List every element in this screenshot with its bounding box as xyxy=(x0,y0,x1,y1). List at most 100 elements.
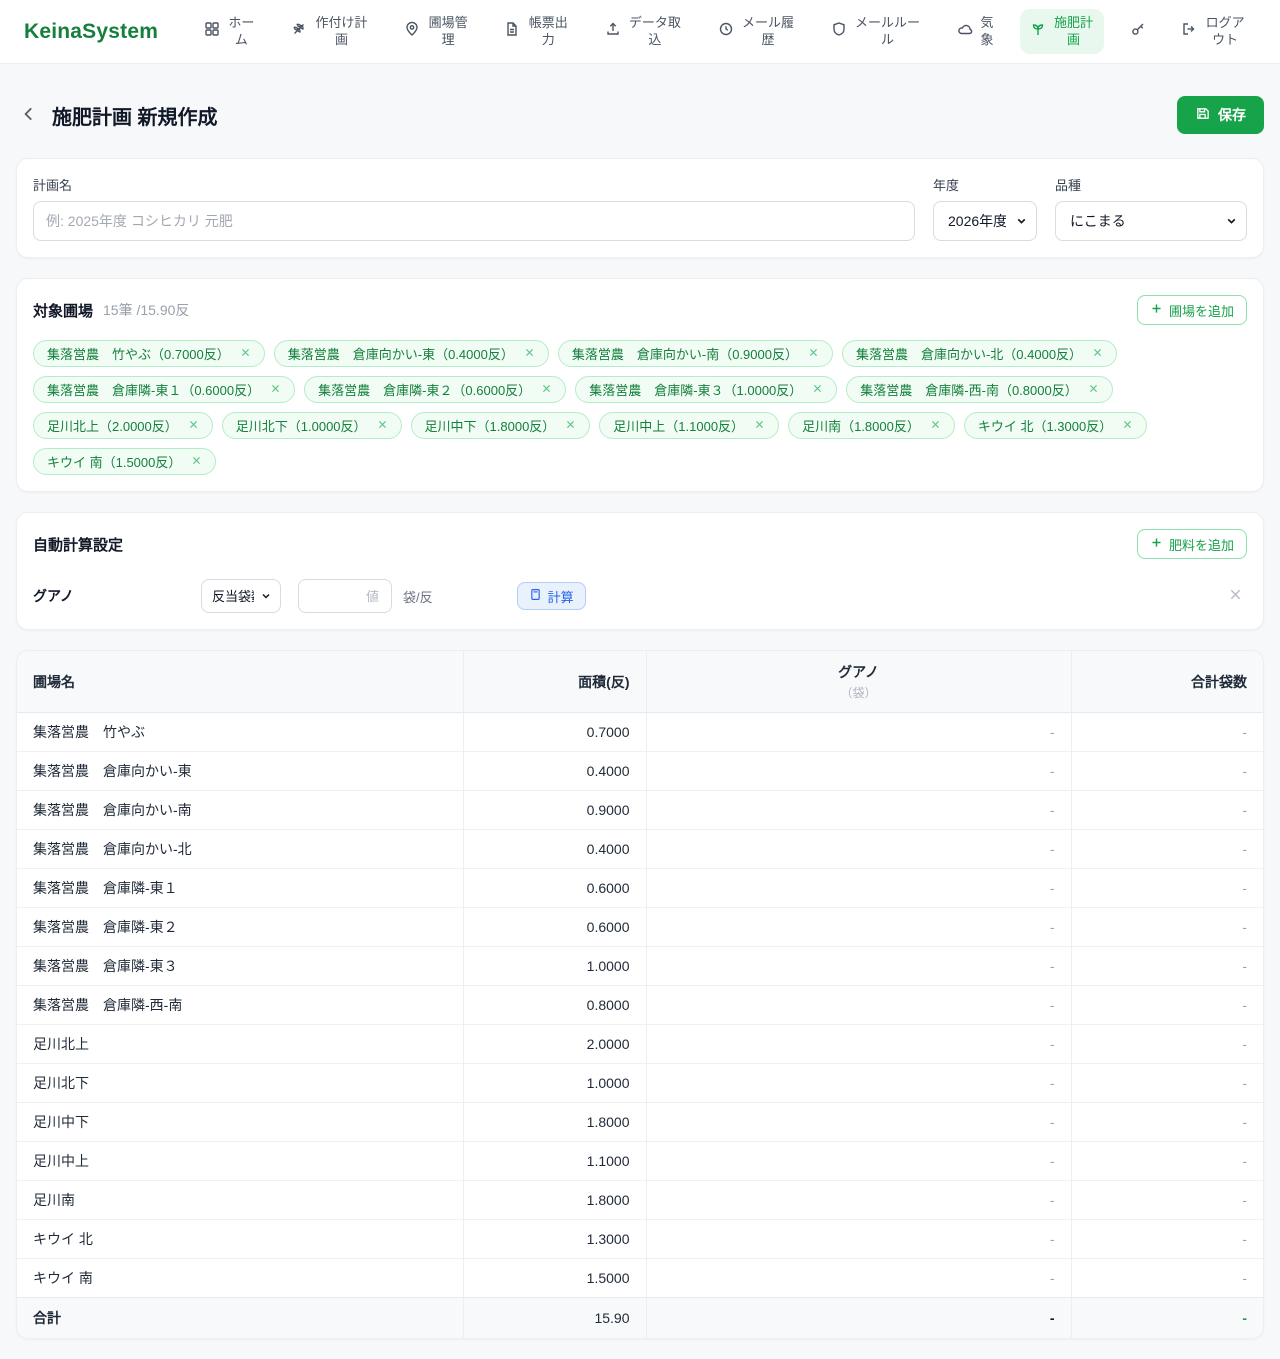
field-chip-label: 足川中下（1.8000反） xyxy=(424,419,556,434)
calculate-button[interactable]: 計算 xyxy=(516,582,586,610)
field-chip: 足川南（1.8000反） xyxy=(788,412,955,439)
save-button[interactable]: 保存 xyxy=(1177,96,1264,134)
nav-item-key[interactable] xyxy=(1120,15,1156,48)
row-area: 0.6000 xyxy=(463,868,647,908)
nav-item-mail-history[interactable]: メール履歴 xyxy=(708,9,806,55)
target-fields-card: 対象圃場 15筆 /15.90反 圃場を追加 集落営農 竹やぶ（0.7000反）… xyxy=(16,278,1264,492)
field-chip: 集落営農 倉庫向かい-東（0.4000反） xyxy=(273,340,549,367)
back-button[interactable] xyxy=(16,101,42,130)
header-guano: グアノ （袋） xyxy=(646,651,1072,713)
close-icon xyxy=(1092,346,1103,361)
row-total-bags: - xyxy=(1071,1063,1263,1103)
nav-item-field-management[interactable]: 圃場管理 xyxy=(394,9,479,55)
field-chip-label: 足川北下（1.0000反） xyxy=(235,419,367,434)
variety-label: 品種 xyxy=(1055,178,1082,193)
row-area: 1.0000 xyxy=(463,946,647,986)
row-field-name: 集落営農 倉庫隣-東３ xyxy=(17,946,464,986)
plan-form-card: 計画名 年度 2026年度 品種 にこまる xyxy=(16,158,1264,258)
close-icon xyxy=(377,418,388,433)
nav-item-weather[interactable]: 気象 xyxy=(947,9,1004,55)
field-chip-label: 足川北上（2.0000反） xyxy=(47,419,178,434)
field-chip-label: 足川南（1.8000反） xyxy=(802,419,920,434)
chip-remove-button[interactable] xyxy=(808,346,819,361)
row-total-bags: - xyxy=(1071,1180,1263,1220)
chip-remove-button[interactable] xyxy=(565,418,576,433)
total-bags: - xyxy=(1071,1297,1263,1338)
nav-item-cropping-plan[interactable]: 作付け計画 xyxy=(281,9,379,55)
chip-remove-button[interactable] xyxy=(1088,382,1099,397)
calculate-button-label: 計算 xyxy=(547,589,574,605)
row-guano: - xyxy=(646,1258,1072,1298)
cloud-icon xyxy=(957,21,973,42)
chip-remove-button[interactable] xyxy=(1122,418,1133,433)
row-field-name: 集落営農 倉庫隣-東１ xyxy=(17,868,464,908)
nav-item-report-output[interactable]: 帳票出力 xyxy=(494,9,579,55)
chip-remove-button[interactable] xyxy=(541,382,552,397)
plus-icon xyxy=(1150,536,1163,552)
calculator-icon xyxy=(529,588,542,604)
close-icon xyxy=(541,382,552,397)
row-field-name: 集落営農 竹やぶ xyxy=(17,712,464,752)
row-total-bags: - xyxy=(1071,946,1263,986)
year-select[interactable]: 2026年度 xyxy=(933,201,1037,241)
close-icon xyxy=(1122,418,1133,433)
logout-icon xyxy=(1181,21,1197,42)
field-chip: キウイ 北（1.3000反） xyxy=(963,412,1148,439)
chip-remove-button[interactable] xyxy=(1092,346,1103,361)
nav-item-mail-rules[interactable]: メールルール xyxy=(821,9,932,55)
sprout-icon xyxy=(1030,21,1046,42)
row-guano: - xyxy=(646,985,1072,1025)
field-chip-label: 集落営農 倉庫向かい-南（0.9000反） xyxy=(571,347,798,362)
nav-item-home[interactable]: ホーム xyxy=(194,9,266,55)
row-area: 0.6000 xyxy=(463,907,647,947)
target-fields-title: 対象圃場 xyxy=(33,302,94,320)
plan-name-input[interactable] xyxy=(33,201,915,241)
table-row: 足川北上 2.0000- - xyxy=(17,1024,1263,1064)
calc-mode-select[interactable]: 反当袋数 xyxy=(201,579,281,613)
row-area: 1.5000 xyxy=(463,1258,647,1298)
field-chip-label: 集落営農 倉庫隣-西-南（0.8000反） xyxy=(860,383,1078,398)
variety-select[interactable]: にこまる xyxy=(1055,201,1247,241)
remove-fertilizer-button[interactable] xyxy=(1224,583,1247,609)
close-icon xyxy=(270,382,281,397)
nav-item-logout[interactable]: ログアウト xyxy=(1171,9,1256,55)
row-field-name: 足川中上 xyxy=(17,1141,464,1181)
chip-remove-button[interactable] xyxy=(754,418,765,433)
auto-calc-card: 自動計算設定 肥料を追加 グアノ 反当袋数 袋/反 計算 xyxy=(16,512,1264,630)
table-row: 集落営農 竹やぶ 0.7000- - xyxy=(17,712,1263,752)
nav-item-data-import[interactable]: データ取込 xyxy=(595,9,693,55)
wheat-icon xyxy=(291,21,307,42)
nav-item-list: ホーム 作付け計画 圃場管理 帳票出力 データ取込 メール履歴 メールルール 気… xyxy=(194,8,1256,55)
chip-remove-button[interactable] xyxy=(188,418,199,433)
nav-item-label: 作付け計画 xyxy=(315,14,368,47)
fields-table: 圃場名 面積(反) グアノ （袋） 合計袋数 集落営農 竹やぶ 0.7000- - 集… xyxy=(17,651,1263,1338)
nav-item-label: メールルール xyxy=(855,14,921,47)
auto-calc-title: 自動計算設定 xyxy=(33,536,124,554)
add-fertilizer-button[interactable]: 肥料を追加 xyxy=(1136,529,1247,559)
close-icon xyxy=(754,418,765,433)
header-total-bags: 合計袋数 xyxy=(1071,651,1263,713)
row-area: 1.1000 xyxy=(463,1141,647,1181)
add-field-button[interactable]: 圃場を追加 xyxy=(1136,295,1247,325)
chip-remove-button[interactable] xyxy=(270,382,281,397)
row-guano: - xyxy=(646,868,1072,908)
close-icon xyxy=(524,346,535,361)
nav-item-fertilization-plan[interactable]: 施肥計画 xyxy=(1019,8,1105,55)
chip-remove-button[interactable] xyxy=(240,346,251,361)
row-area: 0.8000 xyxy=(463,985,647,1025)
chip-remove-button[interactable] xyxy=(812,382,823,397)
chip-remove-button[interactable] xyxy=(377,418,388,433)
row-guano: - xyxy=(646,712,1072,752)
calc-value-input[interactable] xyxy=(298,579,392,613)
chip-remove-button[interactable] xyxy=(524,346,535,361)
chip-remove-button[interactable] xyxy=(930,418,941,433)
close-icon xyxy=(1228,587,1243,605)
field-chip: 足川中上（1.1000反） xyxy=(599,412,780,439)
row-area: 2.0000 xyxy=(463,1024,647,1064)
row-area: 1.8000 xyxy=(463,1102,647,1142)
row-total-bags: - xyxy=(1071,985,1263,1025)
table-row: 集落営農 倉庫隣-東２ 0.6000- - xyxy=(17,907,1263,947)
row-total-bags: - xyxy=(1071,1141,1263,1181)
chip-remove-button[interactable] xyxy=(191,454,202,469)
brand-logo[interactable]: KeinaSystem xyxy=(24,20,158,44)
